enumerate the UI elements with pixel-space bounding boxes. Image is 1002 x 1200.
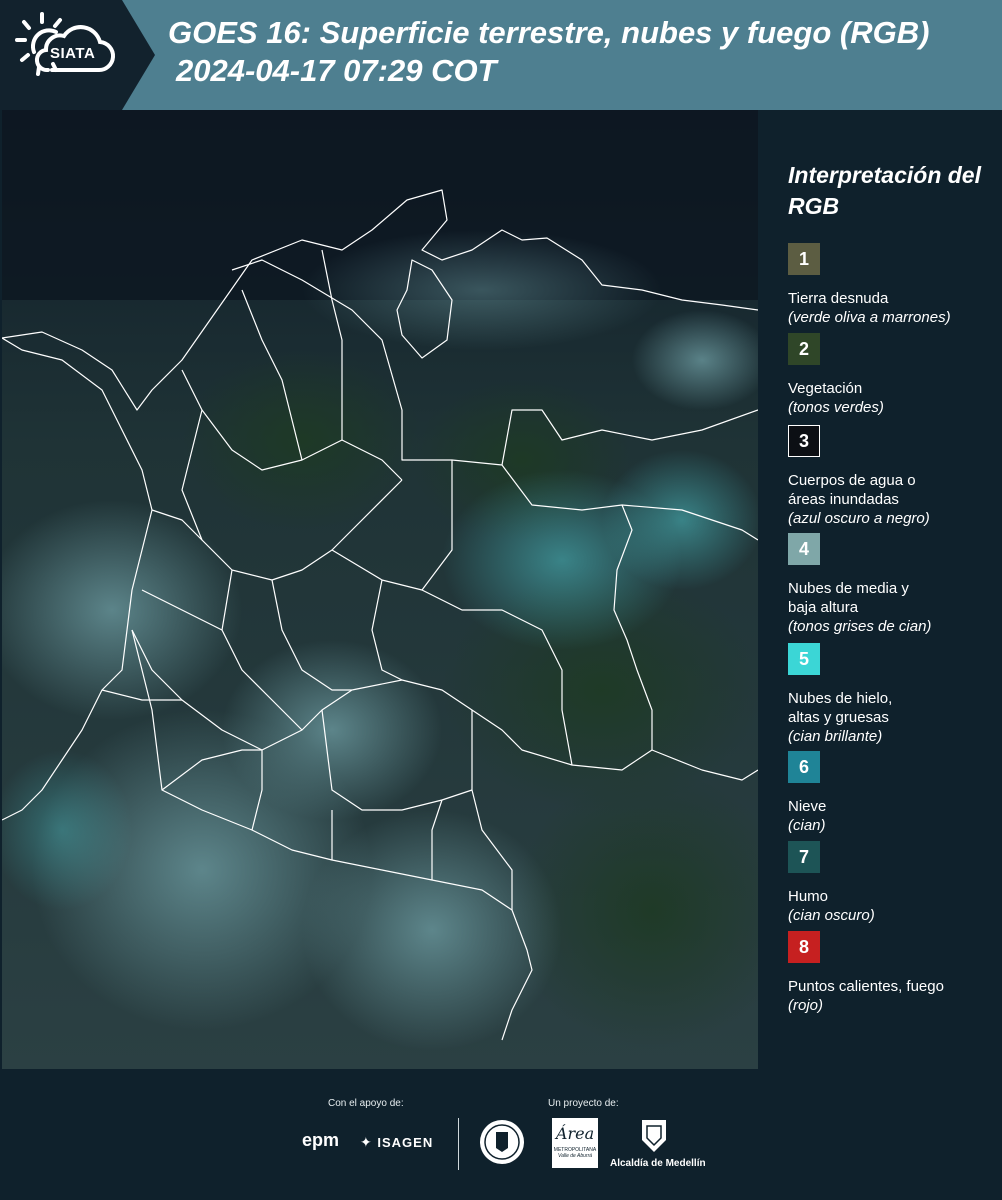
epm-logo-text: epm bbox=[302, 1130, 340, 1150]
legend-item: 8 Puntos calientes, fuego (rojo) bbox=[788, 931, 998, 1015]
legend-note: (tonos verdes) bbox=[788, 399, 884, 416]
medellin-seal-icon bbox=[478, 1118, 526, 1171]
legend-note: (azul oscuro a negro) bbox=[788, 510, 930, 527]
legend-label: Vegetación bbox=[788, 380, 863, 397]
legend-swatch: 7 bbox=[788, 841, 820, 873]
legend-swatch: 6 bbox=[788, 751, 820, 783]
legend-title: Interpretación del RGB bbox=[788, 162, 981, 219]
legend-swatch: 4 bbox=[788, 533, 820, 565]
legend-label: Tierra desnuda bbox=[788, 290, 889, 307]
isagen-logo-text: ISAGEN bbox=[377, 1135, 434, 1150]
legend-label: Nubes de hielo, altas y gruesas bbox=[788, 690, 893, 726]
legend-label: Nieve bbox=[788, 798, 827, 815]
footer-divider bbox=[458, 1118, 459, 1170]
legend-item: 7 Humo (cian oscuro) bbox=[788, 841, 998, 925]
legend-swatch: 5 bbox=[788, 643, 820, 675]
legend-item: 4 Nubes de media y baja altura (tonos gris… bbox=[788, 533, 998, 636]
page-title: GOES 16: Superficie terrestre, nubes y f… bbox=[168, 15, 930, 50]
legend-swatch: 2 bbox=[788, 333, 820, 365]
alcaldia-shield-icon bbox=[640, 1118, 668, 1159]
page-subtitle: 2024-04-17 07:29 COT bbox=[176, 53, 497, 88]
legend-item: 1 Tierra desnuda (verde oliva a marrones) bbox=[788, 243, 998, 327]
legend-note: (rojo) bbox=[788, 997, 824, 1014]
legend-item: 3 Cuerpos de agua o áreas inundadas (azul … bbox=[788, 425, 998, 528]
support-label: Con el apoyo de: bbox=[328, 1098, 404, 1109]
legend-note: (cian brillante) bbox=[788, 728, 883, 745]
legend-swatch: 1 bbox=[788, 243, 820, 275]
header-bar: SIATA GOES 16: Superficie terrestre, nub… bbox=[0, 0, 1002, 110]
legend-label: Nubes de media y baja altura bbox=[788, 580, 909, 616]
legend-note: (cian) bbox=[788, 817, 826, 834]
legend-label: Cuerpos de agua o áreas inundadas bbox=[788, 472, 916, 508]
legend-item: 2 Vegetación (tonos verdes) bbox=[788, 333, 998, 417]
logo-text: SIATA bbox=[50, 45, 96, 62]
epm-logo: epm bbox=[302, 1130, 339, 1151]
legend-label: Puntos calientes, fuego bbox=[788, 978, 944, 995]
legend-note: (tonos grises de cian) bbox=[788, 618, 932, 635]
area-metropolitana-logo: Área METROPOLITANA Valle de Aburrá bbox=[552, 1118, 598, 1168]
project-label: Un proyecto de: bbox=[548, 1098, 619, 1109]
legend-swatch: 8 bbox=[788, 931, 820, 963]
footer: Con el apoyo de: Un proyecto de: epm ✦ I… bbox=[0, 1070, 1002, 1200]
area-metro-subtext-2: Valle de Aburrá bbox=[557, 1153, 593, 1159]
legend-item: 5 Nubes de hielo, altas y gruesas (cian br… bbox=[788, 643, 998, 746]
isagen-logo: ✦ ISAGEN bbox=[360, 1134, 433, 1151]
isagen-star-icon: ✦ bbox=[360, 1134, 373, 1150]
legend-item: 6 Nieve (cian) bbox=[788, 751, 998, 835]
legend-swatch: 3 bbox=[788, 425, 820, 457]
legend-note: (cian oscuro) bbox=[788, 907, 875, 924]
alcaldia-label: Alcaldía de Medellín bbox=[610, 1158, 706, 1169]
siata-logo: SIATA bbox=[0, 0, 155, 110]
satellite-image bbox=[2, 110, 758, 1069]
legend-note: (verde oliva a marrones) bbox=[788, 309, 951, 326]
satellite-map bbox=[2, 110, 758, 1069]
legend-label: Humo bbox=[788, 888, 829, 905]
area-metro-text: Área bbox=[555, 1124, 595, 1143]
